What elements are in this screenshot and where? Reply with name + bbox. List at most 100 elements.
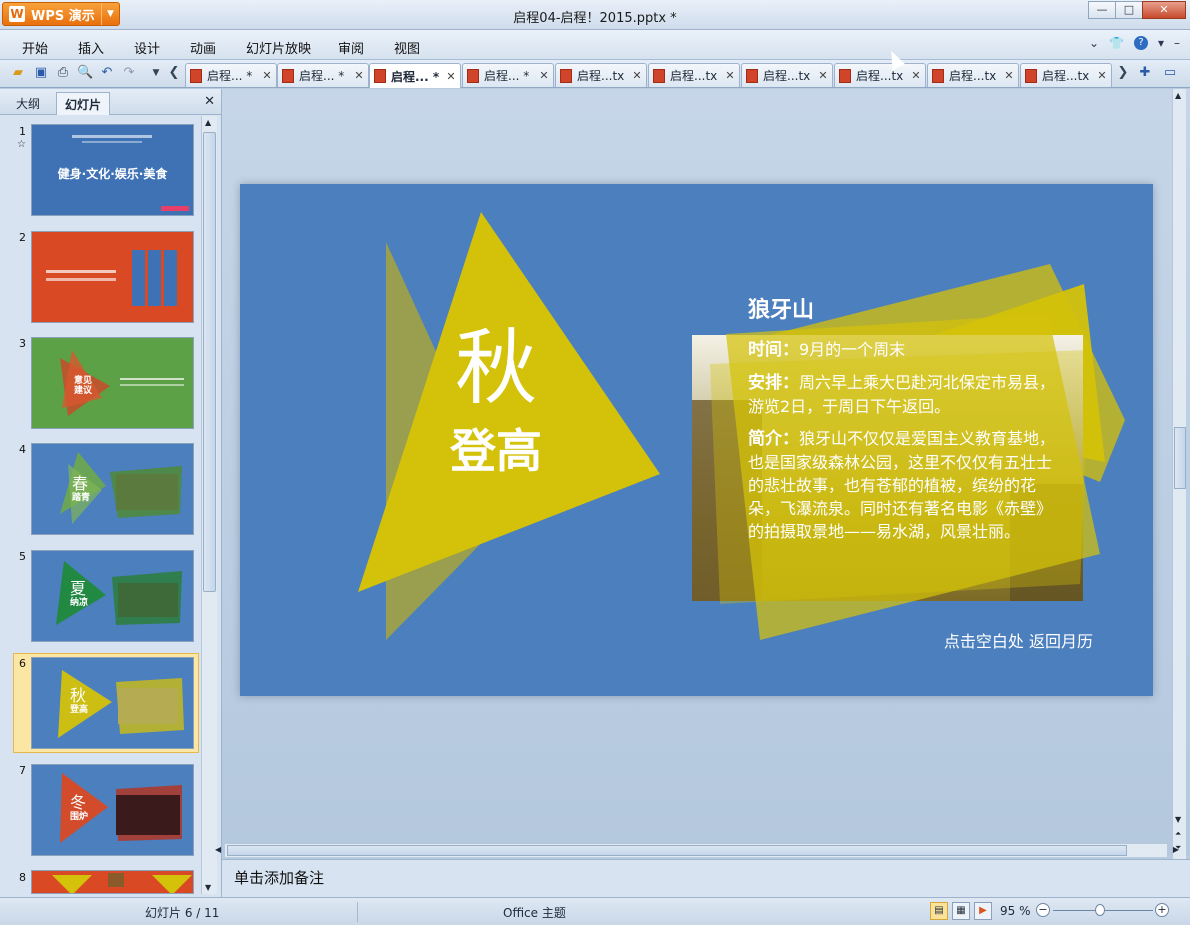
scroll-down-icon[interactable]: ▼	[205, 883, 211, 892]
doc-tab[interactable]: 启程... * ✕	[462, 63, 554, 87]
season-character: 秋	[455, 321, 538, 416]
maximize-button[interactable]: □	[1115, 1, 1143, 19]
doc-tab[interactable]: 启程...tx ✕	[741, 63, 833, 87]
canvas-horizontal-scrollbar[interactable]: ◀ ▶	[215, 843, 1179, 857]
menu-design[interactable]: 设计	[134, 38, 160, 57]
slide-thumbnail-3[interactable]: 意见 建议	[31, 337, 194, 429]
slideshow-view-icon[interactable]: ▶	[974, 902, 992, 920]
menu-review[interactable]: 审阅	[338, 38, 364, 57]
menu-animation[interactable]: 动画	[190, 38, 216, 57]
close-tab-icon[interactable]: ✕	[723, 69, 737, 82]
close-tab-icon[interactable]: ✕	[1095, 69, 1109, 82]
close-tab-icon[interactable]: ✕	[444, 70, 458, 83]
doc-tab[interactable]: 启程...tx ✕	[1020, 63, 1112, 87]
notes-placeholder[interactable]: 单击添加备注	[234, 867, 324, 888]
menu-view[interactable]: 视图	[394, 38, 420, 57]
new-tab-plus-icon[interactable]: ✚	[1137, 65, 1153, 81]
tab-bar: ▰ ▣ ⎙ 🔍 ↶ ↷ ▼ ❮ 启程... * ✕ 启程... * ✕ 启程... …	[0, 60, 1190, 88]
time-line: 时间：9月的一个周末	[748, 340, 906, 360]
slide-number: 6	[19, 657, 26, 670]
normal-view-icon[interactable]: ▤	[930, 902, 948, 920]
zoom-slider-knob[interactable]	[1095, 904, 1105, 916]
toolbar-dropdown-icon[interactable]: ▼	[148, 65, 164, 81]
season-subtitle: 登高	[450, 424, 542, 478]
close-tab-icon[interactable]: ✕	[909, 69, 923, 82]
close-tab-icon[interactable]: ✕	[260, 69, 274, 82]
slide-thumbnail-1[interactable]: 健身·文化·娱乐·美食	[31, 124, 194, 216]
doc-tab[interactable]: 启程... * ✕	[185, 63, 277, 87]
menu-bar: 开始 插入 设计 动画 幻灯片放映 审阅 视图 ⌄ 👕 ? ▾ –	[0, 30, 1190, 60]
save-icon[interactable]: ▣	[33, 65, 49, 81]
tab-scroll-left-icon[interactable]: ❮	[166, 65, 182, 81]
doc-tab-active[interactable]: 启程... * ✕	[369, 63, 461, 88]
close-tab-icon[interactable]: ✕	[352, 69, 366, 82]
scroll-thumb[interactable]	[203, 132, 216, 592]
close-window-button[interactable]: ✕	[1142, 1, 1186, 19]
slide-thumbnail-4[interactable]: 春 踏青	[31, 443, 194, 535]
current-slide[interactable]: 秋 登高 狼牙山 时间：9月的一个周末 安排：周六早上乘大巴赴河北保定市易县，游…	[240, 184, 1153, 696]
collapse-ribbon-icon[interactable]: ⌄	[1089, 36, 1099, 50]
window-title: 启程04-启程！2015.pptx *	[513, 11, 677, 26]
slide-thumbnail-7[interactable]: 冬 围炉	[31, 764, 194, 856]
back-to-calendar-link[interactable]: 点击空白处 返回月历	[944, 628, 1093, 652]
undo-icon[interactable]: ↶	[99, 65, 115, 81]
scroll-thumb[interactable]	[227, 845, 1127, 856]
intro-line: 简介：狼牙山不仅仅是爱国主义教育基地，也是国家级森林公园，这里不仅仅有五壮士的悲…	[748, 429, 1056, 541]
help-icon[interactable]: ?	[1133, 36, 1148, 50]
slide-number: 2	[19, 231, 26, 244]
menu-home[interactable]: 开始	[22, 38, 48, 57]
scroll-down-icon[interactable]: ▼	[1175, 815, 1181, 824]
slide-thumbnail-2[interactable]	[31, 231, 194, 323]
pptx-file-icon	[282, 68, 294, 83]
scroll-left-icon[interactable]: ◀	[215, 845, 221, 854]
pptx-file-icon	[746, 68, 758, 83]
minimize-button[interactable]: —	[1088, 1, 1116, 19]
close-tab-icon[interactable]: ✕	[816, 69, 830, 82]
close-tab-icon[interactable]: ✕	[1002, 69, 1016, 82]
close-tab-icon[interactable]: ✕	[537, 69, 551, 82]
close-tab-icon[interactable]: ✕	[630, 69, 644, 82]
doc-tab[interactable]: 启程...tx ✕	[927, 63, 1019, 87]
doc-tab[interactable]: 启程...tx ✕	[648, 63, 740, 87]
scroll-right-icon[interactable]: ▶	[1173, 845, 1179, 854]
scroll-up-icon[interactable]: ▲	[205, 118, 211, 127]
scroll-thumb[interactable]	[1174, 427, 1186, 489]
print-preview-icon[interactable]: 🔍	[77, 65, 93, 81]
slide-number: 8	[19, 871, 26, 884]
zoom-in-icon[interactable]: +	[1155, 903, 1169, 917]
slide-thumbnail-8[interactable]	[31, 870, 194, 894]
menu-insert[interactable]: 插入	[78, 38, 104, 57]
zoom-out-icon[interactable]: −	[1036, 903, 1050, 917]
help-dropdown-icon[interactable]: ▾	[1158, 36, 1164, 50]
slide-thumbnail-6[interactable]: 秋 登高	[31, 657, 194, 749]
notes-pane[interactable]: 单击添加备注	[222, 859, 1190, 897]
pptx-file-icon	[190, 68, 202, 83]
doc-tab[interactable]: 启程...tx ✕	[834, 63, 926, 87]
open-folder-icon[interactable]: ▰	[10, 65, 26, 81]
menu-slideshow[interactable]: 幻灯片放映	[246, 38, 311, 57]
pptx-file-icon	[467, 68, 479, 83]
scroll-up-icon[interactable]: ▲	[1175, 91, 1181, 100]
slide-number: 4	[19, 443, 26, 456]
doc-tab[interactable]: 启程...tx ✕	[555, 63, 647, 87]
tab-outline[interactable]: 大纲	[8, 92, 48, 115]
tab-list-icon[interactable]: ▭	[1162, 65, 1178, 81]
tab-scroll-right-icon[interactable]: ❯	[1115, 65, 1131, 81]
skin-shirt-icon[interactable]: 👕	[1109, 36, 1124, 50]
close-panel-icon[interactable]: ✕	[204, 94, 215, 109]
theme-name: Office 主题	[503, 906, 566, 920]
prev-slide-icon[interactable]: ⏶	[1175, 829, 1181, 839]
pptx-file-icon	[374, 69, 386, 83]
tab-slides[interactable]: 幻灯片	[56, 92, 111, 115]
slide-sorter-view-icon[interactable]: ▦	[952, 902, 970, 920]
star-icon: ☆	[17, 139, 26, 150]
doc-tab[interactable]: 启程... * ✕	[277, 63, 369, 87]
minimize-ribbon-icon[interactable]: –	[1174, 36, 1180, 50]
print-icon[interactable]: ⎙	[55, 65, 71, 81]
redo-icon[interactable]: ↷	[121, 65, 137, 81]
slides-panel-scrollbar[interactable]: ▲ ▼	[201, 116, 217, 894]
pptx-file-icon	[839, 68, 851, 83]
canvas-vertical-scrollbar[interactable]: ▲ ▼ ⏶ ⏷	[1172, 89, 1186, 859]
slide-number: 5	[19, 550, 26, 563]
slide-thumbnail-5[interactable]: 夏 纳凉	[31, 550, 194, 642]
